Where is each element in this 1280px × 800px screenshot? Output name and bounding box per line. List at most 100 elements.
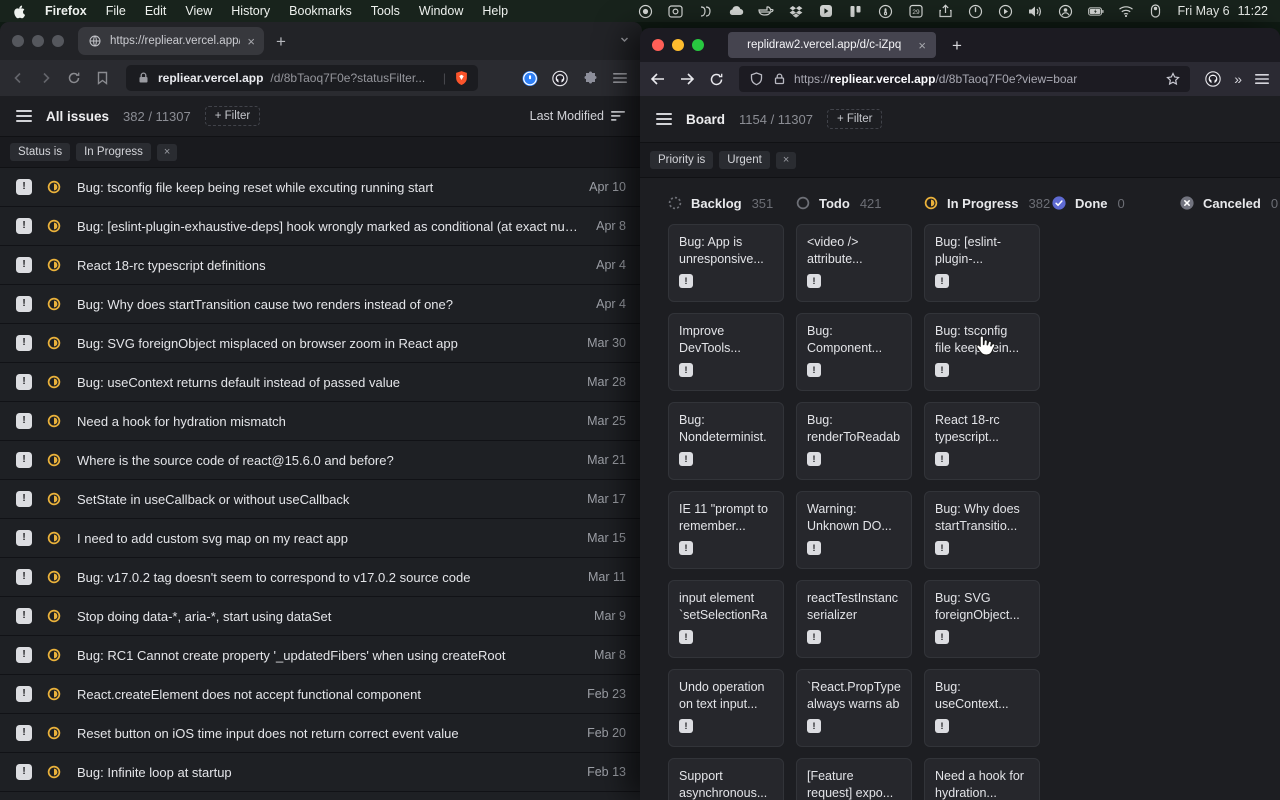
issue-row[interactable]: !SetState in useCallback or without useC… [0, 480, 642, 519]
lock-icon[interactable] [771, 71, 787, 87]
add-filter-button[interactable]: + Filter [205, 106, 260, 126]
issue-card[interactable]: `React.PropTypealways warns ab! [796, 669, 912, 747]
zoom-window-button[interactable] [52, 35, 64, 47]
menu-item-history[interactable]: History [231, 4, 270, 18]
apple-icon[interactable] [12, 4, 26, 19]
issue-card[interactable]: ImproveDevTools...! [668, 313, 784, 391]
github-icon[interactable] [1205, 71, 1221, 87]
issue-card[interactable]: Undo operationon text input...! [668, 669, 784, 747]
terminal-icon[interactable] [698, 3, 714, 19]
issue-card[interactable]: Bug:useContext...! [924, 669, 1040, 747]
issue-card[interactable]: IE 11 "prompt toremember...! [668, 491, 784, 569]
reload-icon[interactable] [708, 71, 724, 87]
issue-card[interactable]: Bug: Why doesstartTransitio...! [924, 491, 1040, 569]
issue-row[interactable]: !Where is the source code of react@15.6.… [0, 441, 642, 480]
close-tab-icon[interactable]: × [247, 35, 255, 48]
issue-row[interactable]: !React 18-rc typescript definitionsApr 4 [0, 246, 642, 285]
issue-row[interactable]: !Need a hook for hydration mismatchMar 2… [0, 402, 642, 441]
calendar-icon[interactable]: 29 [908, 3, 924, 19]
menu-item-tools[interactable]: Tools [371, 4, 400, 18]
columns-icon[interactable] [848, 3, 864, 19]
user-circle-icon[interactable] [1058, 3, 1074, 19]
camera-icon[interactable] [668, 3, 684, 19]
bookmark-icon[interactable] [94, 70, 110, 86]
remove-filter-icon[interactable]: × [776, 152, 796, 169]
issue-row[interactable]: !Bug: useContext returns default instead… [0, 363, 642, 402]
menu-hamburger-icon[interactable] [1254, 71, 1270, 87]
issue-row[interactable]: !Bug: RC1 Cannot create property '_updat… [0, 636, 642, 675]
menu-item-bookmarks[interactable]: Bookmarks [289, 4, 352, 18]
issue-row[interactable]: !Bug: [eslint-plugin-exhaustive-deps] ho… [0, 207, 642, 246]
overflow-chevrons-icon[interactable]: » [1234, 71, 1241, 87]
browser-tab[interactable]: replidraw2.vercel.app/d/c-iZpq × [728, 32, 936, 58]
close-tab-icon[interactable]: × [918, 39, 926, 52]
issue-row[interactable]: !Bug: tsconfig file keep being reset whi… [0, 168, 642, 207]
close-window-button[interactable] [12, 35, 24, 47]
issue-card[interactable]: reactTestInstancserializer! [796, 580, 912, 658]
menu-item-edit[interactable]: Edit [145, 4, 167, 18]
tracking-shield-icon[interactable] [748, 71, 764, 87]
dropbox-icon[interactable] [788, 3, 804, 19]
issue-row[interactable]: !Bug: v17.0.2 tag doesn't seem to corres… [0, 558, 642, 597]
remove-filter-icon[interactable]: × [157, 144, 177, 161]
issue-row[interactable]: !React.createElement does not accept fun… [0, 675, 642, 714]
address-bar[interactable]: repliear.vercel.app /d/8bTaoq7F0e?status… [126, 65, 478, 91]
issue-row[interactable]: ![DevTools Bug] Unsupported Bridge opera… [0, 792, 642, 800]
power-icon[interactable] [968, 3, 984, 19]
issue-card[interactable]: Bug: [eslint-plugin-...! [924, 224, 1040, 302]
reload-icon[interactable] [66, 70, 82, 86]
issue-card[interactable]: <video />attribute...! [796, 224, 912, 302]
issue-row[interactable]: !Stop doing data-*, aria-*, start using … [0, 597, 642, 636]
menu-item-view[interactable]: View [185, 4, 212, 18]
sidebar-menu-icon[interactable] [656, 113, 672, 125]
extensions-puzzle-icon[interactable] [582, 70, 598, 86]
back-icon[interactable] [650, 71, 666, 87]
docker-icon[interactable] [758, 3, 774, 19]
address-bar[interactable]: https:// repliear.vercel.app /d/8bTaoq7F… [739, 66, 1190, 92]
issue-card[interactable]: Bug: SVGforeignObject...! [924, 580, 1040, 658]
issue-row[interactable]: !Bug: Infinite loop at startupFeb 13 [0, 753, 642, 792]
issue-card[interactable]: React 18-rctypescript...! [924, 402, 1040, 480]
menu-item-file[interactable]: File [106, 4, 126, 18]
one-password-icon[interactable] [878, 3, 894, 19]
minimize-window-button[interactable] [672, 39, 684, 51]
issue-row[interactable]: !Bug: Why does startTransition cause two… [0, 285, 642, 324]
menu-bar-clock[interactable]: Fri May 6 11:22 [1178, 4, 1268, 18]
menu-item-firefox[interactable]: Firefox [45, 4, 87, 18]
minimize-window-button[interactable] [32, 35, 44, 47]
issue-row[interactable]: !I need to add custom svg map on my reac… [0, 519, 642, 558]
sort-control[interactable]: Last Modified [530, 109, 626, 123]
battery-icon[interactable] [1088, 3, 1104, 19]
issue-card[interactable]: input element`setSelectionRa! [668, 580, 784, 658]
forward-icon[interactable] [679, 71, 695, 87]
forward-icon[interactable] [38, 70, 54, 86]
menu-hamburger-icon[interactable] [612, 70, 628, 86]
cloud-icon[interactable] [728, 3, 744, 19]
back-icon[interactable] [10, 70, 26, 86]
issue-card[interactable]: Supportasynchronous...! [668, 758, 784, 800]
issue-card[interactable]: Warning:Unknown DO...! [796, 491, 912, 569]
play-square-icon[interactable] [818, 3, 834, 19]
browser-tab[interactable]: https://repliear.vercel.app/d/8b × [78, 27, 264, 55]
play-circle-icon[interactable] [998, 3, 1014, 19]
issue-card[interactable]: Bug: App isunresponsive...! [668, 224, 784, 302]
close-window-button[interactable] [652, 39, 664, 51]
issue-card[interactable]: [Featurerequest] expo...! [796, 758, 912, 800]
share-icon[interactable] [938, 3, 954, 19]
wifi-icon[interactable] [1118, 3, 1134, 19]
menu-item-window[interactable]: Window [419, 4, 463, 18]
bookmark-star-icon[interactable] [1165, 71, 1181, 87]
onepassword-icon[interactable] [522, 70, 538, 86]
issue-card[interactable]: Bug:Component...! [796, 313, 912, 391]
screen-record-icon[interactable] [638, 3, 654, 19]
add-filter-button[interactable]: + Filter [827, 109, 882, 129]
new-tab-button[interactable]: + [952, 37, 962, 54]
issue-card[interactable]: Bug:Nondeterminist.! [668, 402, 784, 480]
issue-row[interactable]: !Reset button on iOS time input does not… [0, 714, 642, 753]
tab-list-chevron-icon[interactable] [619, 34, 630, 48]
brave-shield-icon[interactable] [453, 70, 469, 86]
issue-row[interactable]: !Bug: SVG foreignObject misplaced on bro… [0, 324, 642, 363]
issue-card[interactable]: Need a hook forhydration...! [924, 758, 1040, 800]
volume-icon[interactable] [1028, 3, 1044, 19]
user-switch-icon[interactable] [1148, 3, 1164, 19]
